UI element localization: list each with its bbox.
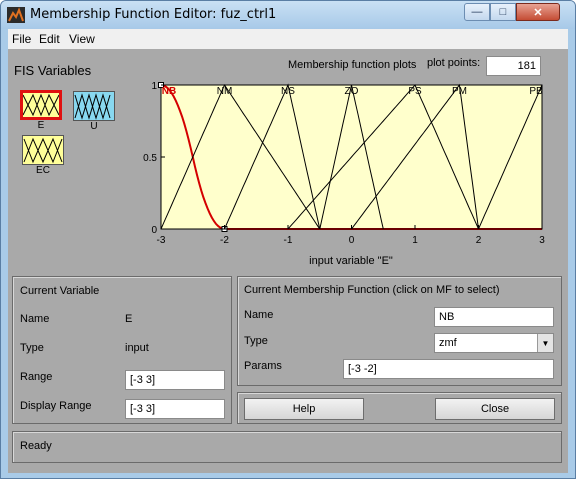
mf-params-input[interactable]: [-3 -2] bbox=[343, 359, 554, 379]
range-input[interactable]: [-3 3] bbox=[125, 370, 225, 390]
dropdown-arrow-icon[interactable]: ▼ bbox=[537, 334, 553, 352]
current-mf-header: Current Membership Function (click on MF… bbox=[244, 284, 500, 296]
variable-u-label: U bbox=[90, 121, 98, 132]
mf-type-select[interactable]: zmf ▼ bbox=[434, 333, 554, 353]
help-button[interactable]: Help bbox=[244, 398, 364, 420]
current-mf-panel: Current Membership Function (click on MF… bbox=[237, 276, 562, 386]
plot-points-label: plot points: bbox=[427, 57, 481, 69]
variable-ec-label: EC bbox=[36, 165, 50, 176]
cv-type-label: Type bbox=[20, 342, 44, 354]
menu-file[interactable]: File bbox=[12, 32, 31, 46]
display-range-input[interactable]: [-3 3] bbox=[125, 399, 225, 419]
current-variable-header: Current Variable bbox=[20, 285, 100, 297]
menu-edit[interactable]: Edit bbox=[39, 32, 60, 46]
cv-name-value: E bbox=[125, 313, 133, 325]
plot-points-input[interactable]: 181 bbox=[486, 56, 541, 76]
variable-u[interactable]: U bbox=[73, 91, 115, 132]
variable-ec-icon bbox=[22, 135, 64, 165]
variable-e-icon bbox=[20, 90, 62, 120]
window-title: Membership Function Editor: fuz_ctrl1 bbox=[30, 7, 277, 22]
mf-type-value: zmf bbox=[439, 337, 457, 349]
mf-type-label: Type bbox=[244, 335, 268, 347]
x-tick-label: 3 bbox=[539, 235, 545, 246]
mf-label-pb[interactable]: PB bbox=[529, 86, 543, 97]
matlab-app-icon bbox=[7, 7, 25, 23]
mf-name-label: Name bbox=[244, 309, 274, 321]
variable-u-icon bbox=[73, 91, 115, 121]
title-bar[interactable]: Membership Function Editor: fuz_ctrl1 — … bbox=[1, 1, 575, 29]
minimize-icon[interactable]: — bbox=[464, 3, 490, 21]
variable-e-label: E bbox=[37, 120, 45, 131]
x-tick-label: -2 bbox=[220, 235, 229, 246]
status-bar: Ready bbox=[12, 431, 562, 463]
plot-title: Membership function plots bbox=[288, 59, 417, 71]
fis-variables-label: FIS Variables bbox=[14, 63, 92, 78]
cv-display-range-label: Display Range bbox=[20, 400, 92, 412]
y-tick-label: 0 bbox=[151, 225, 157, 236]
mf-label-nm[interactable]: NM bbox=[217, 86, 233, 97]
x-axis-label: input variable "E" bbox=[309, 255, 393, 267]
cv-name-label: Name bbox=[20, 313, 50, 325]
mf-params-label: Params bbox=[244, 360, 282, 372]
x-tick-label: -3 bbox=[157, 235, 166, 246]
x-tick-label: 0 bbox=[349, 235, 355, 246]
status-text: Ready bbox=[20, 440, 52, 452]
mf-label-ns[interactable]: NS bbox=[281, 86, 295, 97]
maximize-icon[interactable]: □ bbox=[490, 3, 516, 21]
menu-bar: File Edit View bbox=[8, 29, 568, 49]
y-tick-label: 1 bbox=[151, 81, 157, 92]
variable-e[interactable]: E bbox=[20, 90, 62, 131]
membership-function-plot[interactable]: -3 -2 -1 0 1 2 3 0 0.5 1 NB NM NS ZO PS PM PB input var… bbox=[140, 78, 560, 268]
x-tick-label: 2 bbox=[476, 235, 482, 246]
x-tick-label: -1 bbox=[284, 235, 293, 246]
mf-name-input[interactable]: NB bbox=[434, 307, 554, 327]
current-variable-panel: Current Variable Name E Type input Range… bbox=[12, 276, 232, 424]
mf-label-pm[interactable]: PM bbox=[452, 86, 467, 97]
close-icon[interactable]: ✕ bbox=[516, 3, 560, 21]
cv-type-value: input bbox=[125, 342, 149, 354]
close-button[interactable]: Close bbox=[435, 398, 555, 420]
mf-label-ps[interactable]: PS bbox=[408, 86, 422, 97]
x-tick-label: 1 bbox=[412, 235, 418, 246]
mf-label-nb[interactable]: NB bbox=[162, 86, 176, 97]
cv-range-label: Range bbox=[20, 371, 53, 383]
variable-ec[interactable]: EC bbox=[22, 135, 64, 176]
y-tick-label: 0.5 bbox=[143, 153, 157, 164]
mf-label-zo[interactable]: ZO bbox=[345, 86, 359, 97]
menu-view[interactable]: View bbox=[69, 32, 95, 46]
button-panel: Help Close bbox=[237, 392, 562, 424]
